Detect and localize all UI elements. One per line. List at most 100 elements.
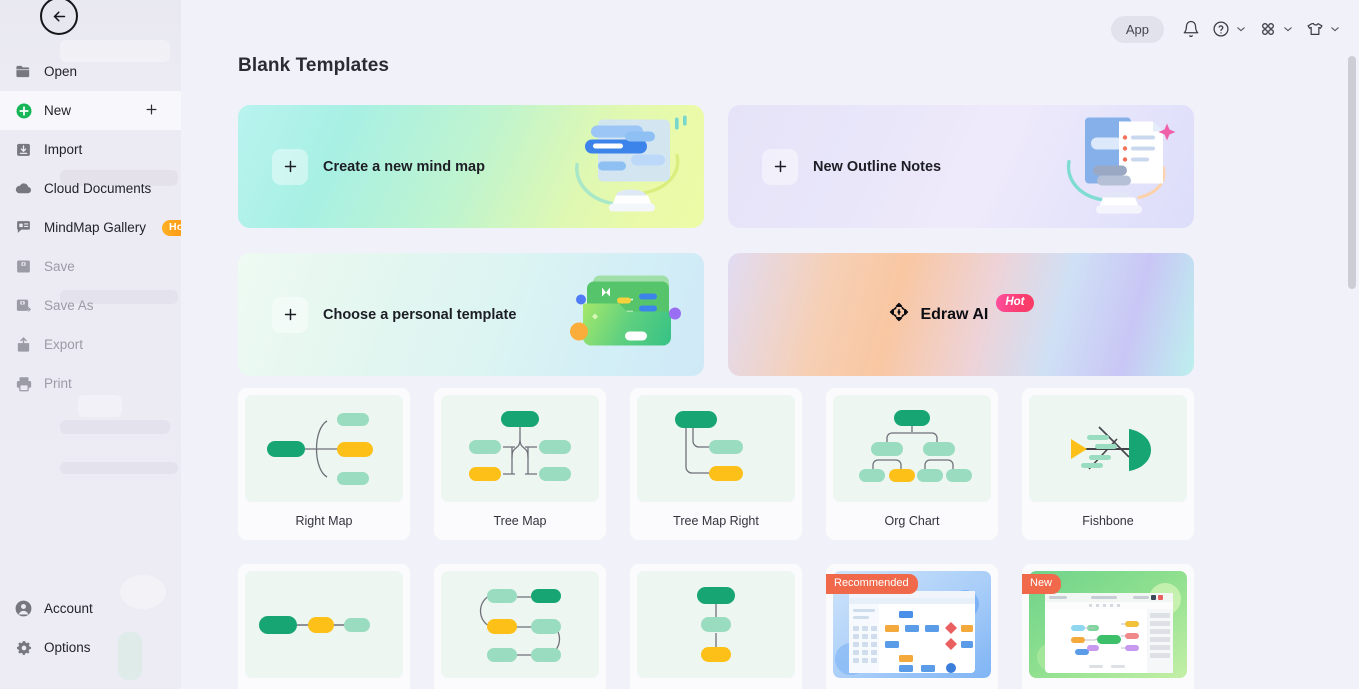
card-label: Create a new mind map [323,159,485,175]
ghost-shape [60,462,178,474]
save-icon [14,257,33,276]
import-icon [14,140,33,159]
apps-chevron-down-icon[interactable] [1282,18,1294,40]
template-card-org-chart[interactable]: Org Chart [826,388,998,540]
help-chevron-down-icon[interactable] [1235,18,1247,40]
edraw-ai-card[interactable]: Edraw AI Hot [728,253,1194,376]
sidebar-item-label: Print [44,376,72,391]
sidebar-item-save-as: Save As [0,286,181,325]
template-name [833,678,991,689]
sidebar-item-label: New [44,103,71,118]
template-card-vertical[interactable] [630,564,802,689]
template-card-mindmap-promo[interactable]: New [1022,564,1194,689]
theme-button[interactable] [1302,16,1328,42]
sidebar-item-save: Save [0,247,181,286]
template-name [637,678,795,689]
sidebar-item-label: Save [44,259,75,274]
save-as-icon [14,296,33,315]
template-card-tree-map-right[interactable]: Tree Map Right [630,388,802,540]
gear-icon [14,638,33,657]
folder-icon [14,62,33,81]
sidebar-item-label: Options [44,640,91,655]
template-card-right-map[interactable]: Right Map [238,388,410,540]
tree-map-right-thumb [637,395,795,502]
sidebar-item-label: Export [44,337,83,352]
shirt-icon [1305,20,1325,38]
template-card-tree-map[interactable]: Tree Map [434,388,606,540]
help-button[interactable] [1208,16,1234,42]
card-label: New Outline Notes [813,159,941,175]
ghost-shape [60,420,170,434]
new-outline-notes-card[interactable]: New Outline Notes [728,105,1194,228]
sidebar-nav: Open New Import [0,52,181,403]
template-card-circular[interactable] [434,564,606,689]
fishbone-thumb [1029,395,1187,502]
sidebar-item-new[interactable]: New [0,91,181,130]
template-card-flowchart-promo[interactable]: Recommended [826,564,998,689]
top-toolbar: App [1111,0,1345,58]
notification-bell-button[interactable] [1178,16,1204,42]
sidebar-item-print: Print [0,364,181,403]
template-name [1029,678,1187,689]
sidebar-item-label: Cloud Documents [44,181,151,196]
sidebar-bottom-nav: Account Options [0,589,181,667]
vertical-thumb [637,571,795,678]
back-button[interactable] [40,0,78,35]
blank-templates-grid: Create a new mind map [238,105,1195,376]
edraw-ai-content: Edraw AI Hot [728,301,1194,328]
grid-apps-icon [1259,20,1277,38]
status-badge: Hot [162,220,181,236]
page-title: Blank Templates [238,55,389,77]
status-badge: New [1022,574,1061,594]
sidebar-item-account[interactable]: Account [0,589,181,628]
circular-thumb [441,571,599,678]
template-name: Org Chart [833,502,991,540]
monitor-outline-art [1055,109,1180,224]
main-content: App [181,0,1359,689]
plus-icon [272,297,308,333]
template-card-timeline[interactable] [238,564,410,689]
plus-icon [272,149,308,185]
sidebar-item-label: Open [44,64,77,79]
sidebar-item-label: MindMap Gallery [44,220,146,235]
choose-personal-template-card[interactable]: Choose a personal template [238,253,704,376]
sidebar-item-open[interactable]: Open [0,52,181,91]
theme-chevron-down-icon[interactable] [1329,18,1341,40]
question-circle-icon [1212,20,1230,38]
app-root: Open New Import [0,0,1359,689]
template-card-fishbone[interactable]: Fishbone [1022,388,1194,540]
new-add-icon[interactable] [144,102,159,120]
sidebar-item-label: Save As [44,298,94,313]
create-mind-map-card[interactable]: Create a new mind map [238,105,704,228]
template-name [441,678,599,689]
export-icon [14,335,33,354]
sidebar: Open New Import [0,0,181,689]
template-name: Tree Map [441,502,599,540]
sidebar-item-cloud-documents[interactable]: Cloud Documents [0,169,181,208]
apps-button[interactable] [1255,16,1281,42]
vertical-scrollbar[interactable] [1348,56,1356,289]
bell-icon [1182,20,1200,38]
sidebar-item-export: Export [0,325,181,364]
print-icon [14,374,33,393]
arrow-left-icon [51,8,68,25]
sidebar-item-import[interactable]: Import [0,130,181,169]
app-button[interactable]: App [1111,16,1164,43]
tree-map-thumb [441,395,599,502]
card-label: Edraw AI [920,306,988,324]
template-name: Fishbone [1029,502,1187,540]
plus-icon [762,149,798,185]
sidebar-item-label: Import [44,142,82,157]
sidebar-item-options[interactable]: Options [0,628,181,667]
cloud-icon [14,179,33,198]
sidebar-item-mindmap-gallery[interactable]: MindMap Gallery Hot [0,208,181,247]
status-badge: Hot [996,294,1033,312]
timeline-thumb [245,571,403,678]
sidebar-item-label: Account [44,601,93,616]
template-name [245,678,403,689]
monitor-mindmap-art [565,109,690,224]
template-grid: Right Map Tree Map [238,388,1238,689]
template-name: Right Map [245,502,403,540]
template-name: Tree Map Right [637,502,795,540]
folder-template-art [565,257,690,372]
